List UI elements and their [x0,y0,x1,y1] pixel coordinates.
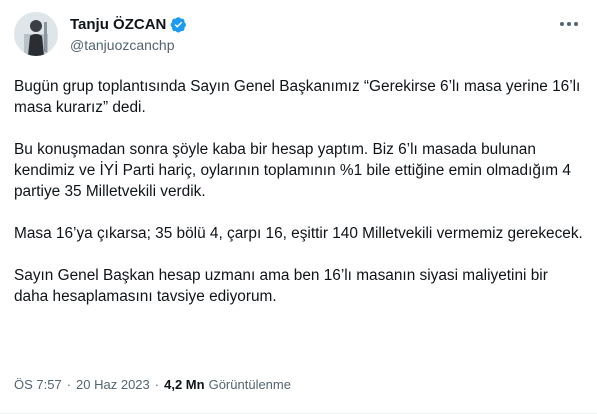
tweet-card: Tanju ÖZCAN @tanjuozcanchp Bugün grup to… [0,0,597,414]
display-name[interactable]: Tanju ÖZCAN [70,16,166,33]
tweet-paragraph: Sayın Genel Başkan hesap uzmanı ama ben … [14,267,548,305]
meta-separator: · [66,377,72,392]
tweet-meta: ÖS 7:57 · 20 Haz 2023 · 4,2 Mn Görüntüle… [14,377,291,392]
display-name-row: Tanju ÖZCAN [70,14,187,34]
profile-photo-icon [14,12,58,56]
views-label: Görüntülenme [208,377,291,392]
tweet-text: Bugün grup toplantısında Sayın Genel Baş… [14,76,584,328]
tweet-paragraph: Bugün grup toplantısında Sayın Genel Baş… [14,78,581,116]
more-options-icon[interactable] [557,14,581,34]
tweet-paragraph: Bu konuşmadan sonra şöyle kaba bir hesap… [14,141,571,200]
author-names: Tanju ÖZCAN @tanjuozcanchp [70,14,187,53]
tweet-header: Tanju ÖZCAN @tanjuozcanchp [14,12,587,60]
verified-badge-icon [170,16,187,33]
user-handle[interactable]: @tanjuozcanchp [70,37,187,53]
tweet-date[interactable]: 20 Haz 2023 [76,377,150,392]
tweet-time[interactable]: ÖS 7:57 [14,377,62,392]
views-count: 4,2 Mn [164,377,205,392]
avatar[interactable] [14,12,58,56]
meta-separator: · [154,377,160,392]
tweet-paragraph: Masa 16’ya çıkarsa; 35 bölü 4, çarpı 16,… [14,225,583,242]
